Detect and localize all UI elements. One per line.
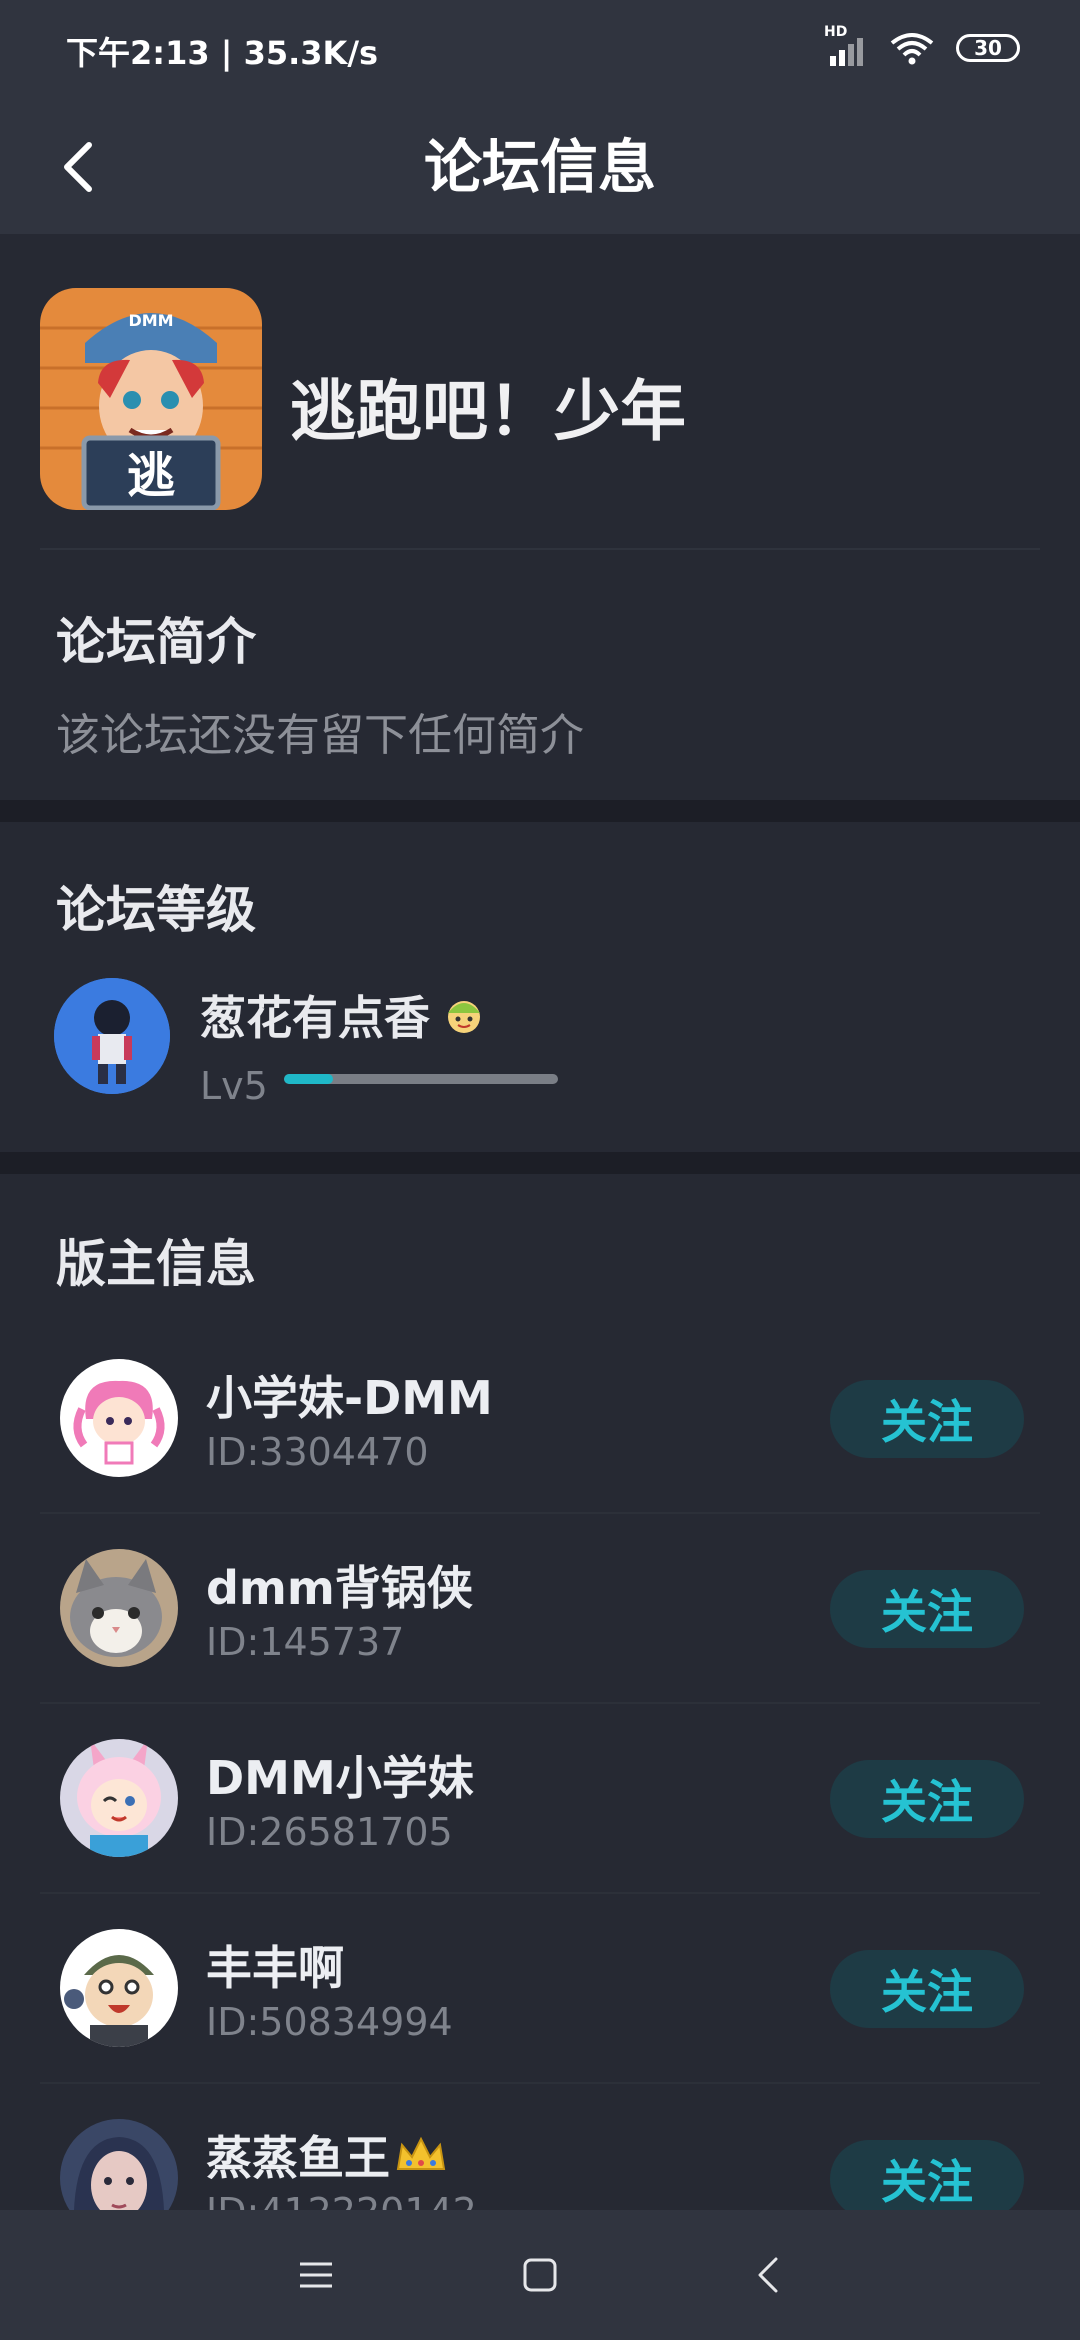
moderator-name: 蒸蒸鱼王 bbox=[206, 2122, 448, 2188]
moderator-name-text: dmm背锅侠 bbox=[206, 1561, 473, 1615]
level-progress-fill bbox=[284, 1074, 334, 1084]
status-icons: HD 30 bbox=[824, 24, 1020, 66]
moderators-title: 版主信息 bbox=[56, 1235, 256, 1293]
list-item[interactable]: 丰丰啊 ID:50834994 关注 bbox=[0, 1894, 1080, 2084]
forum-icon-cap-text: DMM bbox=[128, 311, 173, 330]
cat-avatar[interactable] bbox=[60, 1549, 178, 1667]
forum-info-section: 逃 DMM 逃跑吧！少年 论坛简介 该论坛还没有留下任何简介 bbox=[0, 234, 1080, 800]
level-title: 论坛等级 bbox=[56, 881, 256, 939]
intro-text: 该论坛还没有留下任何简介 bbox=[56, 710, 584, 761]
moderators-list: 小学妹-DMM ID:3304470 关注 dmm背锅侠 ID:145737 关… bbox=[0, 1324, 1080, 2274]
home-square-icon bbox=[523, 2258, 557, 2292]
moderator-name: 丰丰啊 bbox=[206, 1932, 344, 1998]
menu-button[interactable] bbox=[276, 2235, 356, 2315]
moderators-section: 版主信息 小学妹-DMM ID:3304470 关注 dmm背锅侠 ID:145… bbox=[0, 1174, 1080, 2237]
follow-button[interactable]: 关注 bbox=[830, 2140, 1024, 2218]
status-bar: 下午2:13 | 35.3K/s HD 30 bbox=[0, 0, 1080, 100]
cartoon-elf-icon bbox=[448, 1001, 480, 1033]
moderator-name-text: DMM小学妹 bbox=[206, 1751, 474, 1805]
moderator-name-text: 丰丰啊 bbox=[206, 1941, 344, 1995]
bunny-hood-girl-avatar[interactable] bbox=[60, 1739, 178, 1857]
moderator-id: ID:26581705 bbox=[206, 1810, 453, 1854]
follow-button[interactable]: 关注 bbox=[830, 1380, 1024, 1458]
level-progress-bar bbox=[284, 1074, 558, 1084]
moderator-id: ID:145737 bbox=[206, 1620, 405, 1664]
moderator-name: dmm背锅侠 bbox=[206, 1552, 473, 1618]
level-user-name-text: 葱花有点香 bbox=[200, 991, 430, 1045]
level-label: Lv5 bbox=[200, 1064, 268, 1108]
back-button[interactable] bbox=[34, 122, 124, 212]
list-item[interactable]: 小学妹-DMM ID:3304470 关注 bbox=[0, 1324, 1080, 1514]
section-gap bbox=[0, 1152, 1080, 1174]
forum-name: 逃跑吧！少年 bbox=[290, 373, 686, 450]
system-navigation-bar bbox=[0, 2210, 1080, 2340]
hd-signal-icon: HD bbox=[824, 24, 868, 66]
divider bbox=[40, 548, 1040, 550]
moderator-name: DMM小学妹 bbox=[206, 1742, 474, 1808]
moderator-id: ID:50834994 bbox=[206, 2000, 453, 2044]
page-title: 论坛信息 bbox=[423, 133, 656, 201]
section-gap bbox=[0, 800, 1080, 822]
cartoon-boy-avatar[interactable] bbox=[60, 1929, 178, 2047]
moderator-name-text: 蒸蒸鱼王 bbox=[206, 2131, 390, 2185]
pink-hair-girl-avatar[interactable] bbox=[60, 1359, 178, 1477]
avatar[interactable] bbox=[54, 978, 170, 1094]
forum-icon: 逃 DMM bbox=[40, 288, 262, 510]
chevron-left-icon bbox=[64, 142, 92, 192]
follow-button[interactable]: 关注 bbox=[830, 1570, 1024, 1648]
forum-level-section: 论坛等级 葱花有点香 Lv5 bbox=[0, 822, 1080, 1152]
wifi-icon bbox=[890, 33, 934, 65]
moderator-name-text: 小学妹-DMM bbox=[206, 1371, 493, 1425]
forum-icon-text: 逃 bbox=[127, 448, 175, 504]
moderator-id: ID:3304470 bbox=[206, 1430, 429, 1474]
status-time-speed: 下午2:13 | 35.3K/s bbox=[66, 34, 379, 72]
back-triangle-icon bbox=[758, 2257, 778, 2293]
intro-title: 论坛简介 bbox=[56, 613, 256, 671]
crown-icon bbox=[396, 2136, 446, 2170]
top-nav-bar: 论坛信息 bbox=[0, 100, 1080, 234]
menu-icon bbox=[300, 2262, 332, 2288]
list-item[interactable]: DMM小学妹 ID:26581705 关注 bbox=[0, 1704, 1080, 1894]
home-button[interactable] bbox=[500, 2235, 580, 2315]
follow-button[interactable]: 关注 bbox=[830, 1760, 1024, 1838]
follow-button[interactable]: 关注 bbox=[830, 1950, 1024, 2028]
system-back-button[interactable] bbox=[728, 2235, 808, 2315]
moderator-name: 小学妹-DMM bbox=[206, 1362, 493, 1428]
battery-icon: 30 bbox=[956, 34, 1020, 62]
level-user-name: 葱花有点香 bbox=[200, 982, 486, 1048]
list-item[interactable]: dmm背锅侠 ID:145737 关注 bbox=[0, 1514, 1080, 1704]
